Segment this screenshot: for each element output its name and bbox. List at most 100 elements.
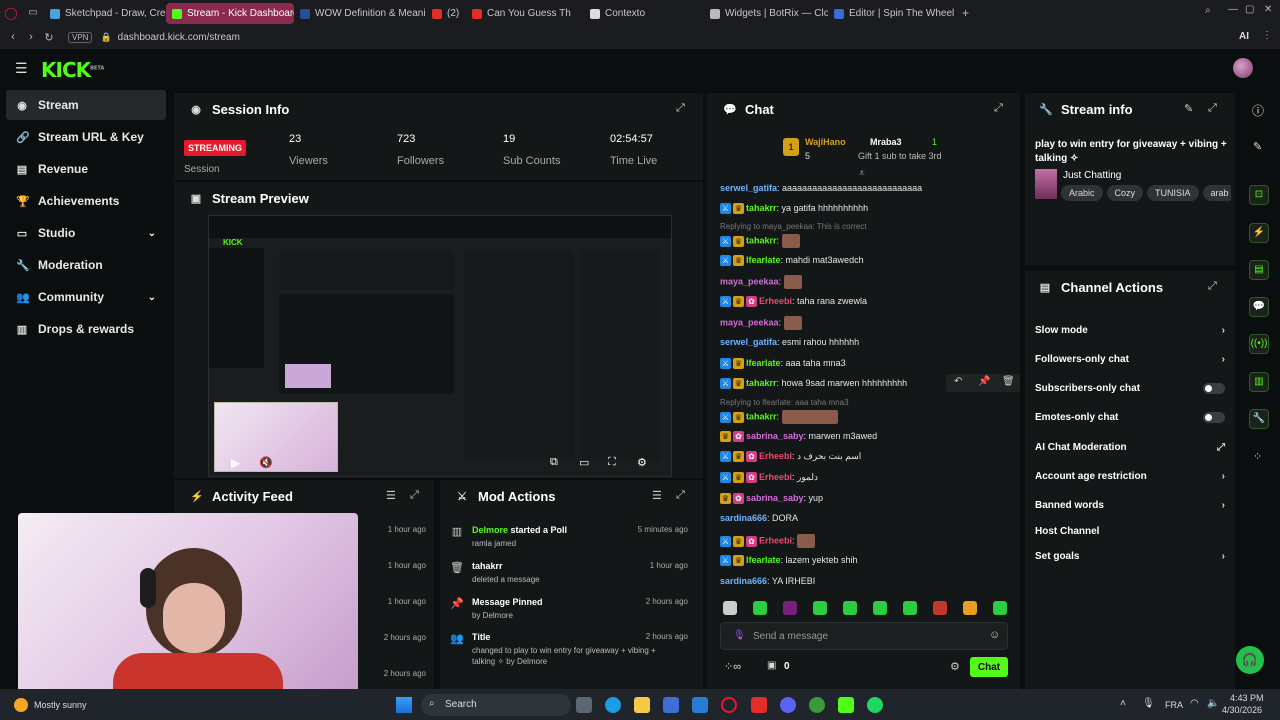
microphone-tray-icon[interactable]: 🎙 xyxy=(1142,698,1155,709)
forward-icon[interactable]: › xyxy=(22,31,40,43)
browser-tab[interactable]: (2) xyxy=(426,3,466,24)
quick-emote-icon[interactable] xyxy=(723,601,737,615)
close-button[interactable]: ✕ xyxy=(1264,4,1272,15)
sidebar-item-community[interactable]: 👥 Community ⌄ xyxy=(6,282,166,312)
emoji-icon[interactable]: ☺ xyxy=(989,629,1000,641)
chat-username[interactable]: tahakrr xyxy=(746,378,777,388)
stream-preview-video[interactable]: KICK ▶ 🔇 ⧉ ▭ ⛶ ⚙ xyxy=(208,215,672,477)
popout-icon[interactable]: ⤢ xyxy=(676,102,685,115)
quick-emote-icon[interactable] xyxy=(753,601,767,615)
external-link-icon[interactable]: ⤢ xyxy=(1217,442,1225,453)
bolt-icon[interactable]: ⚡ xyxy=(1249,223,1269,243)
chat-input-box[interactable]: 🎙 Send a message ☺ xyxy=(720,622,1008,650)
discord-icon[interactable] xyxy=(780,697,796,713)
chat-username[interactable]: maya_peekaa xyxy=(720,317,779,327)
file-explorer-icon[interactable] xyxy=(576,697,592,713)
sidebar-item-stream-url-key[interactable]: 🔗 Stream URL & Key xyxy=(6,122,166,152)
sidebar-toggle-icon[interactable]: ▭ xyxy=(22,7,44,18)
chat-username[interactable]: sabrina_saby xyxy=(746,431,804,441)
layout-icon[interactable]: ▥ xyxy=(1249,372,1269,392)
reply-context[interactable]: Replying to lfearlate: aaa taha mna3 xyxy=(720,398,849,407)
maximize-button[interactable]: ▢ xyxy=(1245,4,1254,15)
chat-message[interactable]: ⚔ ♛ ✿ Erheebi: دلمور xyxy=(720,472,818,484)
chat-message[interactable]: maya_peekaa: xyxy=(720,316,802,330)
chat-message[interactable]: ⚔ ♛ tahakrr: xyxy=(720,410,838,424)
browser-tab[interactable]: Contexto xyxy=(584,3,704,24)
opera-taskbar-icon[interactable] xyxy=(721,697,737,713)
chevron-right-icon[interactable]: › xyxy=(1222,500,1225,511)
quick-emote-icon[interactable] xyxy=(993,601,1007,615)
opera-icon[interactable]: ◯ xyxy=(0,6,22,20)
weather-icon[interactable] xyxy=(14,698,28,712)
edge-icon[interactable] xyxy=(605,697,621,713)
spotify-icon[interactable] xyxy=(867,697,883,713)
delete-message-icon[interactable]: 🗑 xyxy=(1002,376,1015,387)
chat-username[interactable]: sardina666 xyxy=(720,576,767,586)
chat-username[interactable]: tahakrr xyxy=(746,235,777,245)
apps-icon[interactable]: ⁘ xyxy=(1253,450,1262,463)
quick-emote-icon[interactable] xyxy=(873,601,887,615)
chat-message[interactable]: serwel_gatifa: esmi rahou hhhhhh xyxy=(720,337,859,347)
chat-username[interactable]: tahakrr xyxy=(746,411,777,421)
search-tabs-icon[interactable]: ⌕ xyxy=(1205,5,1211,16)
browser-tab[interactable]: Widgets | BotRix — Cloud xyxy=(704,3,828,24)
channel-action-ai-chat-moderation[interactable]: AI Chat Moderation ⤢ xyxy=(1035,442,1225,453)
popout-icon[interactable]: ⤢ xyxy=(1208,102,1217,115)
user-avatar[interactable] xyxy=(1233,58,1253,78)
chat-message[interactable]: ♛ ✿ sabrina_saby: yup xyxy=(720,493,823,505)
browser-tab[interactable]: Editor | Spin The Wheel - xyxy=(828,3,956,24)
chat-username[interactable]: serwel_gatifa xyxy=(720,337,777,347)
chat-message[interactable]: ⚔ ♛ ✿ Erheebi: اسم بنت بحرف د xyxy=(720,451,861,463)
chat-username[interactable]: sabrina_saby xyxy=(746,493,804,503)
chat-message[interactable]: ♛ ✿ sabrina_saby: marwen m3awed xyxy=(720,431,877,443)
channel-action-subscribers-only-chat[interactable]: Subscribers-only chat xyxy=(1035,383,1225,394)
new-tab-button[interactable]: + xyxy=(962,6,969,20)
sidebar-item-achievements[interactable]: 🏆 Achievements xyxy=(6,186,166,216)
channel-action-host-channel[interactable]: Host Channel xyxy=(1035,526,1225,537)
popout-icon[interactable]: ⤢ xyxy=(994,102,1003,115)
url-field[interactable]: dashboard.kick.com/stream xyxy=(118,32,240,43)
channel-action-account-age-restriction[interactable]: Account age restriction › xyxy=(1035,471,1225,482)
theater-icon[interactable]: ▭ xyxy=(579,456,589,469)
ai-button[interactable]: AI xyxy=(1239,31,1249,42)
chat-settings-icon[interactable]: ⚙ xyxy=(950,660,960,673)
chat-message[interactable]: ⚔ ♛ lfearlate: aaa taha mna3 xyxy=(720,358,846,370)
chat-message[interactable]: serwel_gatifa: aaaaaaaaaaaaaaaaaaaaaaaaa… xyxy=(720,183,922,193)
browser-tab[interactable]: Stream - Kick Dashboard xyxy=(166,3,294,24)
quick-emote-icon[interactable] xyxy=(843,601,857,615)
stream-tag[interactable]: Cozy xyxy=(1106,185,1144,201)
sidebar-item-moderation[interactable]: 🔧 Moderation xyxy=(6,250,166,280)
edit-icon[interactable]: ✎ xyxy=(1184,102,1193,115)
chevron-right-icon[interactable]: › xyxy=(1222,354,1225,365)
minimize-button[interactable]: — xyxy=(1228,4,1238,15)
fullscreen-icon[interactable]: ⛶ xyxy=(608,456,616,469)
taskbar-search[interactable]: ⌕ Search xyxy=(421,694,571,716)
sidebar-item-studio[interactable]: ▭ Studio ⌄ xyxy=(6,218,166,248)
pin-message-icon[interactable]: 📌 xyxy=(978,376,990,387)
gift-prompt[interactable]: Gift 1 sub to take 3rd xyxy=(858,151,942,161)
menu-icon[interactable]: ⋮ xyxy=(1262,30,1272,41)
chat-message[interactable]: ⚔ ♛ lfearlate: lazem yekteb shih xyxy=(720,555,858,567)
support-button[interactable]: 🎧 xyxy=(1236,646,1264,674)
chat-username[interactable]: lfearlate xyxy=(746,555,781,565)
sidebar-item-stream[interactable]: ◉ Stream xyxy=(6,90,166,120)
chat-message[interactable]: maya_peekaa: xyxy=(720,275,802,289)
filter-icon[interactable]: ☰ xyxy=(652,489,662,502)
channel-action-emotes-only-chat[interactable]: Emotes-only chat xyxy=(1035,412,1225,423)
chat-message[interactable]: ⚔ ♛ tahakrr: xyxy=(720,234,800,248)
stream-tag[interactable]: arab xyxy=(1202,185,1231,201)
stream-tag[interactable]: Arabic xyxy=(1061,185,1103,201)
sidebar-item-drops-rewards[interactable]: ▥ Drops & rewards xyxy=(6,314,166,344)
category-name[interactable]: Just Chatting xyxy=(1063,170,1121,181)
popout-icon[interactable]: ⤢ xyxy=(676,489,685,502)
reload-icon[interactable]: ↻ xyxy=(40,31,58,44)
broadcast-rail-icon[interactable]: ((•)) xyxy=(1249,334,1269,354)
youtube-icon[interactable] xyxy=(751,697,767,713)
chat-username[interactable]: lfearlate xyxy=(746,255,781,265)
volume-icon[interactable]: 🔈 xyxy=(1207,698,1219,709)
language-indicator[interactable]: FRA xyxy=(1165,700,1183,710)
weather-text[interactable]: Mostly sunny xyxy=(34,700,87,710)
settings-icon[interactable]: ⚙ xyxy=(637,456,647,469)
capture-icon[interactable]: ⊡ xyxy=(1249,185,1269,205)
chevron-right-icon[interactable]: › xyxy=(1222,551,1225,562)
